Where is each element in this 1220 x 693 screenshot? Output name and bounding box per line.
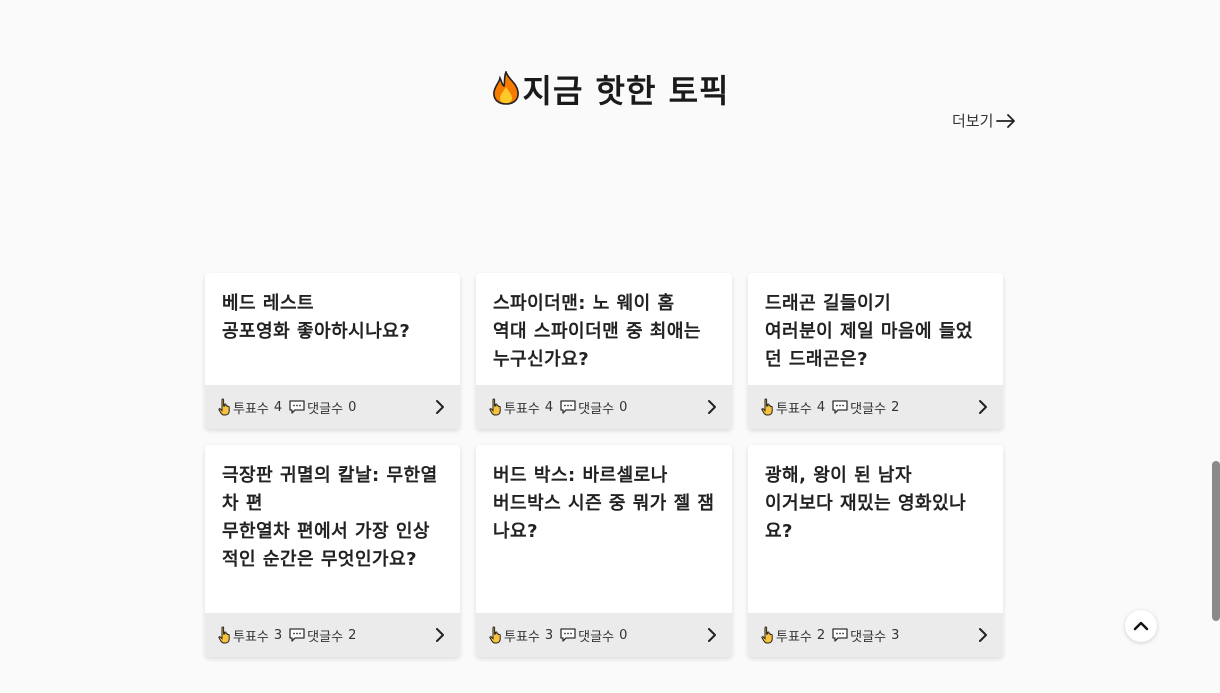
card-question: 여러분이 제일 마음에 들었던 드래곤은?: [765, 321, 973, 370]
card-text: 광해, 왕이 된 남자 이거보다 재밌는 영화있나요?: [748, 445, 1003, 613]
vote-stat: 투표수 3: [489, 626, 553, 645]
section-title: 지금 핫한 토픽: [522, 72, 730, 110]
comment-count: 0: [348, 399, 357, 415]
vote-label: 투표수: [504, 629, 540, 645]
card-movie-title: 버드 박스: 바르셀로나: [493, 465, 668, 486]
comment-label: 댓글수: [307, 401, 344, 417]
speech-bubble-icon: [289, 628, 305, 642]
comment-stat: 댓글수 0: [559, 398, 627, 417]
comment-stat: 댓글수 3: [831, 626, 899, 645]
chevron-up-icon: [1133, 621, 1149, 631]
card-text: 드래곤 길들이기 여러분이 제일 마음에 들었던 드래곤은?: [748, 273, 1003, 385]
topic-card[interactable]: 베드 레스트 공포영화 좋아하시나요? 투표수 4 댓글수 0: [205, 273, 460, 429]
comment-stat: 댓글수 2: [831, 398, 899, 417]
comment-label: 댓글수: [307, 629, 344, 645]
card-movie-title: 드래곤 길들이기: [765, 293, 892, 314]
comment-label: 댓글수: [578, 401, 615, 417]
chevron-right-icon[interactable]: [706, 627, 718, 643]
chevron-right-icon[interactable]: [706, 399, 718, 415]
chevron-right-icon[interactable]: [434, 627, 446, 643]
vote-stat: 투표수 3: [218, 626, 282, 645]
vote-stat: 투표수 4: [489, 398, 553, 417]
comment-count: 3: [891, 627, 900, 643]
scrollbar-thumb[interactable]: [1212, 461, 1220, 621]
vote-stat: 투표수 4: [218, 398, 282, 417]
card-question: 버드박스 시즌 중 뭐가 젤 잼나요?: [493, 493, 715, 542]
card-text: 극장판 귀멸의 칼날: 무한열차 편 무한열차 편에서 가장 인상적인 순간은 …: [205, 445, 460, 613]
hand-pointer-icon: [218, 626, 230, 644]
comment-count: 2: [348, 627, 357, 643]
vote-count: 4: [816, 399, 826, 415]
chevron-right-icon[interactable]: [434, 399, 446, 415]
comment-count: 0: [619, 399, 628, 415]
card-movie-title: 극장판 귀멸의 칼날: 무한열차 편: [222, 465, 438, 514]
vote-count: 2: [816, 627, 826, 643]
vote-label: 투표수: [233, 629, 269, 645]
topic-card[interactable]: 광해, 왕이 된 남자 이거보다 재밌는 영화있나요? 투표수 2 댓글수 3: [748, 445, 1003, 657]
vote-count: 4: [273, 399, 283, 415]
comment-label: 댓글수: [850, 401, 887, 417]
topic-card[interactable]: 스파이더맨: 노 웨이 홈 역대 스파이더맨 중 최애는 누구신가요? 투표수 …: [476, 273, 732, 429]
card-footer: 투표수 4 댓글수 0: [205, 385, 460, 429]
hand-pointer-icon: [489, 626, 501, 644]
comment-label: 댓글수: [850, 629, 887, 645]
topic-card[interactable]: 버드 박스: 바르셀로나 버드박스 시즌 중 뭐가 젤 잼나요? 투표수 3 댓…: [476, 445, 732, 657]
card-footer: 투표수 3 댓글수 0: [476, 613, 732, 657]
card-question: 공포영화 좋아하시나요?: [222, 321, 411, 342]
vote-count: 4: [544, 399, 554, 415]
card-footer: 투표수 4 댓글수 2: [748, 385, 1003, 429]
card-text: 베드 레스트 공포영화 좋아하시나요?: [205, 273, 460, 385]
vote-count: 3: [544, 627, 554, 643]
speech-bubble-icon: [832, 628, 848, 642]
topic-card-grid: 베드 레스트 공포영화 좋아하시나요? 투표수 4 댓글수 0 스파이더맨: 노…: [205, 273, 1003, 657]
hand-pointer-icon: [489, 398, 501, 416]
comment-stat: 댓글수 2: [288, 626, 356, 645]
hot-topics-page: 지금 핫한 토픽 더보기 베드 레스트 공포영화 좋아하시나요? 투표수 4 댓…: [0, 0, 1220, 693]
hand-pointer-icon: [218, 398, 230, 416]
card-footer: 투표수 4 댓글수 0: [476, 385, 732, 429]
more-link-label: 더보기: [952, 112, 994, 130]
arrow-right-icon: [996, 113, 1016, 128]
card-text: 스파이더맨: 노 웨이 홈 역대 스파이더맨 중 최애는 누구신가요?: [476, 273, 732, 385]
card-question: 무한열차 편에서 가장 인상적인 순간은 무엇인가요?: [222, 521, 430, 570]
speech-bubble-icon: [289, 400, 305, 414]
speech-bubble-icon: [832, 400, 848, 414]
speech-bubble-icon: [560, 628, 576, 642]
vote-stat: 투표수 4: [761, 398, 825, 417]
comment-label: 댓글수: [578, 629, 615, 645]
card-question: 이거보다 재밌는 영화있나요?: [765, 493, 967, 542]
card-footer: 투표수 2 댓글수 3: [748, 613, 1003, 657]
topic-card[interactable]: 극장판 귀멸의 칼날: 무한열차 편 무한열차 편에서 가장 인상적인 순간은 …: [205, 445, 460, 657]
fire-icon: [491, 69, 521, 113]
card-movie-title: 스파이더맨: 노 웨이 홈: [493, 293, 675, 314]
vote-stat: 투표수 2: [761, 626, 825, 645]
card-footer: 투표수 3 댓글수 2: [205, 613, 460, 657]
vote-label: 투표수: [776, 629, 812, 645]
topic-card[interactable]: 드래곤 길들이기 여러분이 제일 마음에 들었던 드래곤은? 투표수 4 댓글수…: [748, 273, 1003, 429]
comment-stat: 댓글수 0: [559, 626, 627, 645]
scroll-to-top-button[interactable]: [1125, 610, 1157, 642]
vote-label: 투표수: [504, 401, 540, 417]
card-movie-title: 베드 레스트: [222, 293, 315, 314]
card-question: 역대 스파이더맨 중 최애는 누구신가요?: [493, 321, 701, 370]
hand-pointer-icon: [761, 626, 773, 644]
vote-label: 투표수: [776, 401, 812, 417]
section-heading: 지금 핫한 토픽: [0, 66, 1220, 113]
comment-count: 2: [891, 399, 900, 415]
chevron-right-icon[interactable]: [977, 399, 989, 415]
speech-bubble-icon: [560, 400, 576, 414]
card-movie-title: 광해, 왕이 된 남자: [765, 465, 913, 486]
vote-count: 3: [273, 627, 283, 643]
card-text: 버드 박스: 바르셀로나 버드박스 시즌 중 뭐가 젤 잼나요?: [476, 445, 732, 613]
hand-pointer-icon: [761, 398, 773, 416]
comment-count: 0: [619, 627, 628, 643]
vote-label: 투표수: [233, 401, 269, 417]
chevron-right-icon[interactable]: [977, 627, 989, 643]
comment-stat: 댓글수 0: [288, 398, 356, 417]
more-link[interactable]: 더보기: [952, 110, 1017, 131]
